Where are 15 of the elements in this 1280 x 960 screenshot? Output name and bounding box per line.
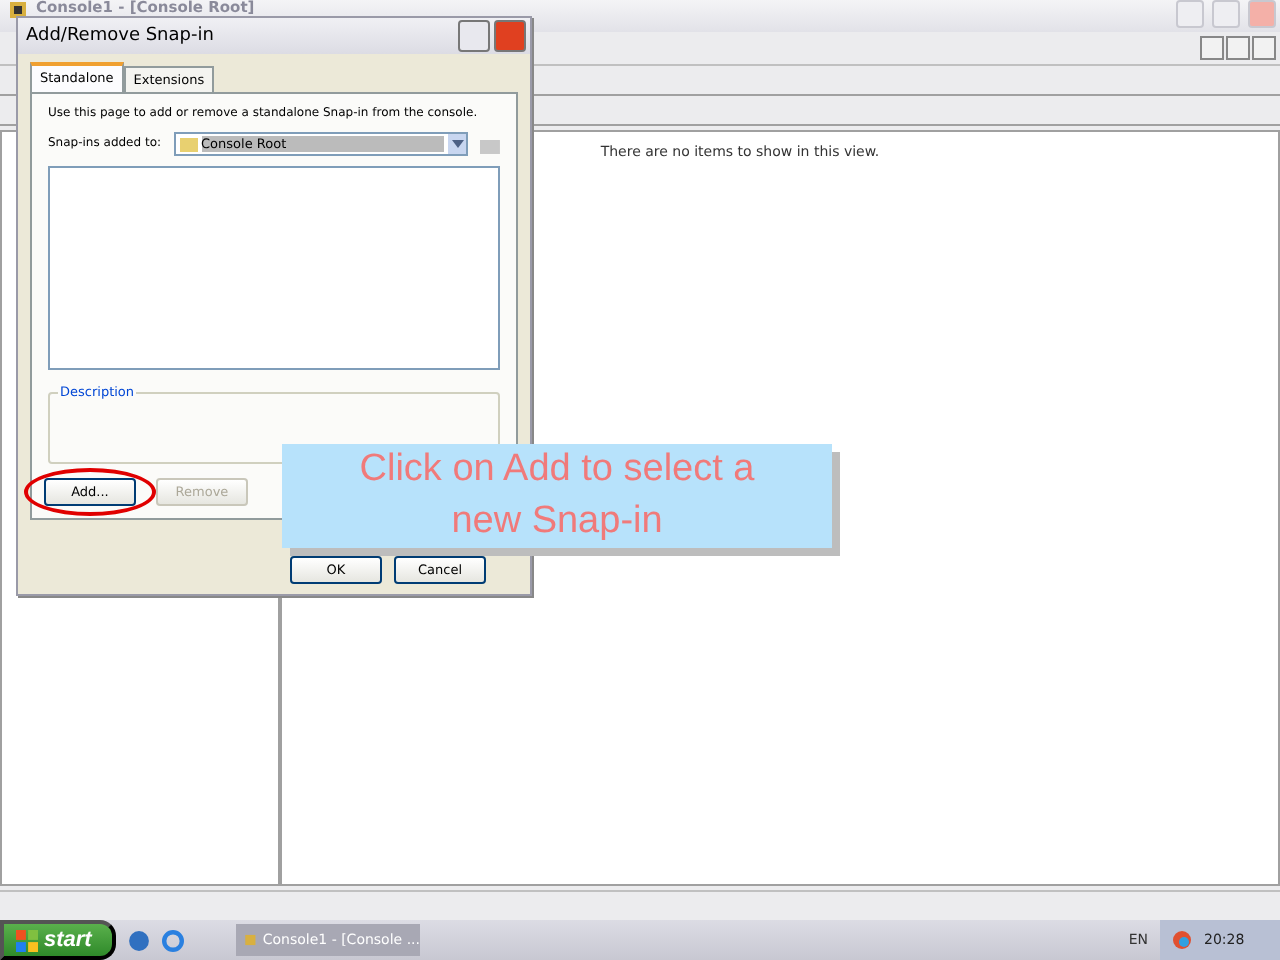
close-button[interactable] [1252, 36, 1276, 60]
folder-icon [179, 136, 198, 152]
console-icon [244, 932, 257, 948]
dropdown-arrow-icon [448, 134, 467, 154]
help-button[interactable] [458, 20, 490, 52]
minimize-button[interactable] [1176, 0, 1204, 28]
restore-button[interactable] [1212, 0, 1240, 28]
windows-logo-icon [16, 929, 38, 951]
network-icon[interactable] [1172, 930, 1192, 950]
console-icon [8, 0, 28, 20]
dialog-title: Add/Remove Snap-in [26, 26, 216, 46]
instruction-tooltip: Click on Add to select a new Snap-in [282, 444, 832, 548]
browser-icon[interactable] [162, 929, 184, 951]
minimize-button[interactable] [1200, 36, 1224, 60]
restore-button[interactable] [1226, 36, 1250, 60]
